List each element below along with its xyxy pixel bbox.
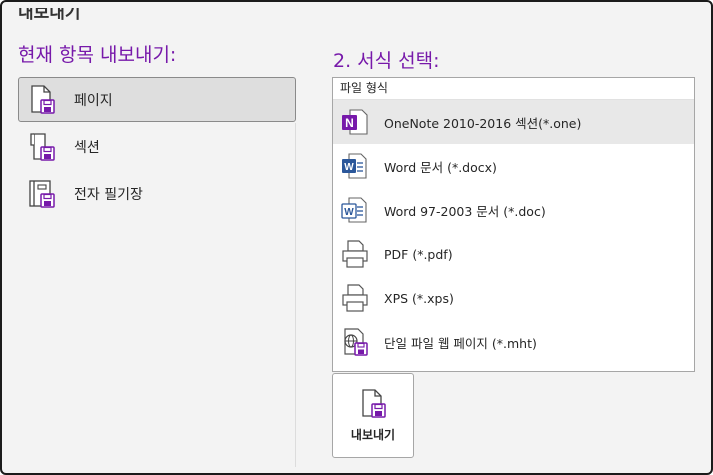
- format-label: 단일 파일 웹 페이지 (*.mht): [384, 335, 537, 351]
- scope-item-notebook[interactable]: 전자 필기장: [18, 171, 296, 216]
- svg-text:N: N: [345, 116, 354, 130]
- export-window: 내보내기 현재 항목 내보내기: 2. 서식 선택: 페이지 섹션 전자 필기장…: [0, 0, 713, 475]
- pdf-printer-icon: [340, 238, 370, 270]
- word-doc-icon: W: [340, 194, 370, 226]
- scope-item-label: 섹션: [74, 139, 100, 156]
- format-label: XPS (*.xps): [384, 290, 454, 306]
- page-export-icon: [27, 84, 57, 116]
- scope-item-page[interactable]: 페이지: [18, 77, 296, 122]
- select-format-heading: 2. 서식 선택:: [333, 50, 440, 72]
- xps-printer-icon: [340, 282, 370, 314]
- window-title: 내보내기: [18, 8, 81, 23]
- web-page-icon: [340, 326, 370, 358]
- format-row-mht[interactable]: 단일 파일 웹 페이지 (*.mht): [333, 320, 694, 364]
- notebook-export-icon: [27, 178, 57, 210]
- export-button[interactable]: 내보내기: [332, 373, 414, 458]
- svg-text:W: W: [344, 207, 354, 218]
- scope-item-label: 페이지: [74, 92, 113, 109]
- format-row-pdf[interactable]: PDF (*.pdf): [333, 232, 694, 276]
- format-label: Word 97-2003 문서 (*.doc): [384, 203, 546, 219]
- format-row-xps[interactable]: XPS (*.xps): [333, 276, 694, 320]
- export-save-icon: [358, 388, 388, 420]
- export-button-label: 내보내기: [350, 428, 396, 442]
- word-docx-icon: W: [340, 150, 370, 182]
- format-row-onenote[interactable]: N OneNote 2010-2016 섹션(*.one): [333, 100, 694, 144]
- export-panel: 내보내기 현재 항목 내보내기: 2. 서식 선택: 페이지 섹션 전자 필기장…: [8, 8, 705, 467]
- file-format-list[interactable]: 파일 형식 N OneNote 2010-2016 섹션(*.one) W Wo…: [332, 77, 695, 372]
- format-label: PDF (*.pdf): [384, 246, 453, 262]
- export-scope-list: 페이지 섹션 전자 필기장: [18, 77, 296, 218]
- format-label: Word 문서 (*.docx): [384, 159, 497, 175]
- onenote-icon: N: [340, 106, 370, 138]
- scope-item-label: 전자 필기장: [74, 186, 143, 203]
- scope-item-section[interactable]: 섹션: [18, 124, 296, 169]
- format-row-doc[interactable]: W Word 97-2003 문서 (*.doc): [333, 188, 694, 232]
- file-format-header: 파일 형식: [333, 78, 694, 100]
- export-current-heading: 현재 항목 내보내기:: [18, 44, 177, 66]
- svg-text:W: W: [344, 162, 354, 173]
- format-label: OneNote 2010-2016 섹션(*.one): [384, 115, 582, 131]
- format-row-docx[interactable]: W Word 문서 (*.docx): [333, 144, 694, 188]
- section-export-icon: [27, 131, 57, 163]
